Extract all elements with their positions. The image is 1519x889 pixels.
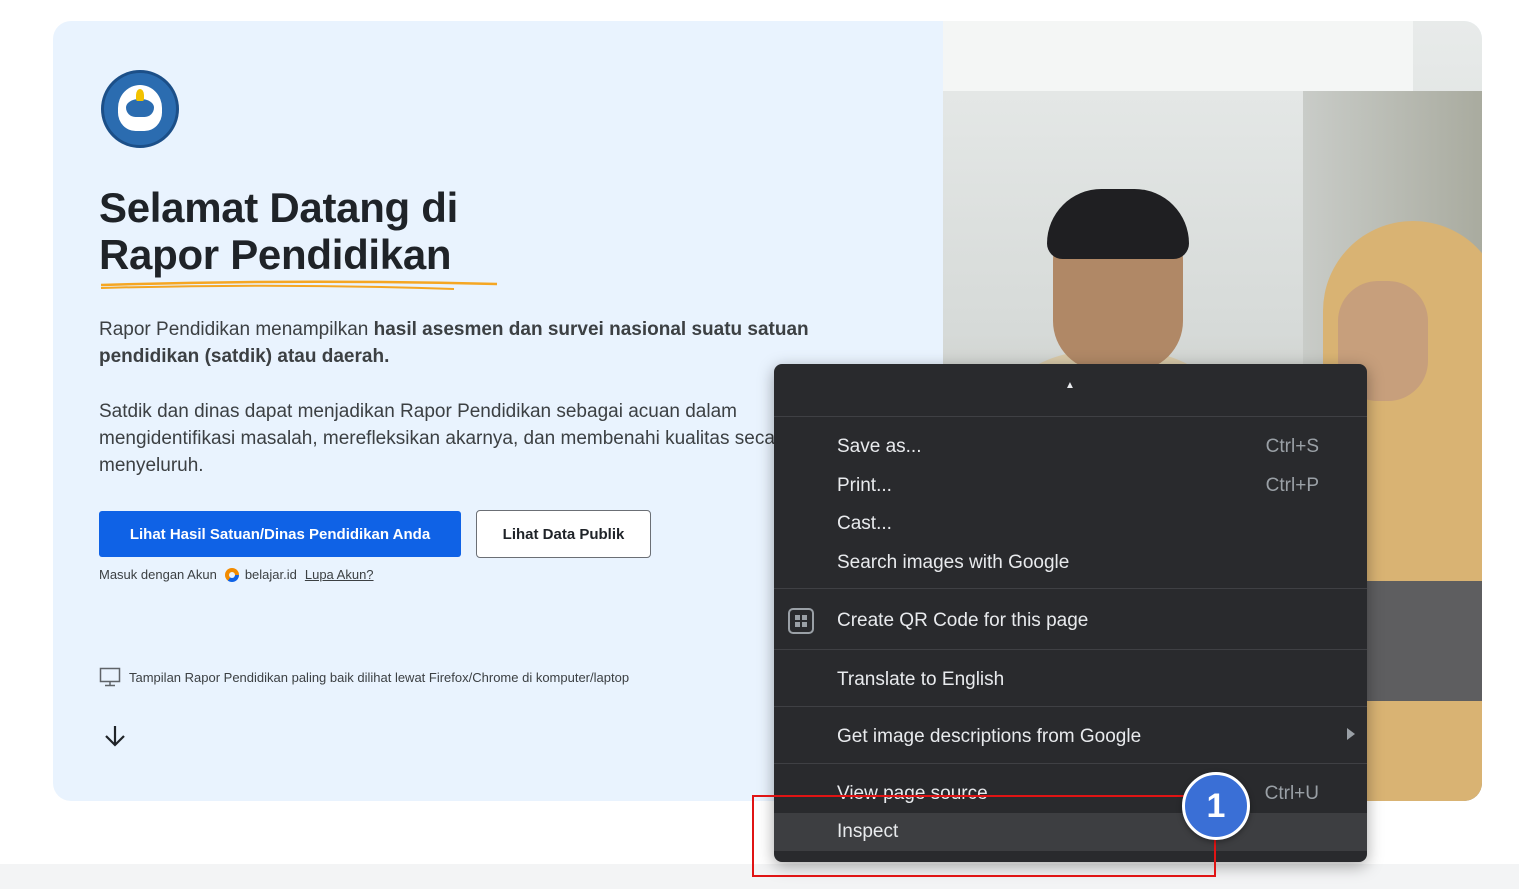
intro-paragraph: Rapor Pendidikan menampilkan hasil asesm…: [99, 319, 809, 367]
menu-item-save-as[interactable]: Save as... Ctrl+S: [774, 428, 1367, 466]
menu-separator: [774, 416, 1367, 417]
menu-separator: [774, 763, 1367, 764]
submenu-arrow-icon: [1347, 728, 1355, 740]
monitor-icon: [99, 667, 121, 687]
login-hint: Masuk dengan Akun belajar.id Lupa Akun?: [99, 567, 374, 582]
shortcut-label: Ctrl+S: [1265, 436, 1319, 457]
page-title: Selamat Datang di Rapor Pendidikan: [99, 184, 458, 278]
forgot-account-link[interactable]: Lupa Akun?: [305, 567, 374, 582]
annotation-highlight-box: [752, 795, 1216, 877]
menu-item-print[interactable]: Print... Ctrl+P: [774, 467, 1367, 505]
view-results-button[interactable]: Lihat Hasil Satuan/Dinas Pendidikan Anda: [99, 511, 461, 557]
browser-tip: Tampilan Rapor Pendidikan paling baik di…: [99, 667, 629, 687]
shortcut-label: Ctrl+U: [1264, 783, 1319, 804]
menu-scroll-up[interactable]: ▲: [774, 364, 1367, 416]
step-number-badge: 1: [1182, 772, 1250, 840]
kemendikbud-logo: [101, 70, 179, 148]
scroll-down-arrow-icon[interactable]: [103, 723, 127, 749]
title-line-1: Selamat Datang di: [99, 184, 458, 231]
menu-item-search-images[interactable]: Search images with Google: [774, 544, 1367, 582]
menu-separator: [774, 706, 1367, 707]
shortcut-label: Ctrl+P: [1265, 475, 1319, 496]
menu-item-create-qr[interactable]: Create QR Code for this page: [774, 602, 1367, 640]
menu-separator: [774, 588, 1367, 589]
menu-item-image-descriptions[interactable]: Get image descriptions from Google: [774, 718, 1367, 756]
title-underline-decoration: [100, 280, 498, 290]
view-public-data-button[interactable]: Lihat Data Publik: [476, 510, 651, 558]
caret-up-icon: ▲: [1065, 380, 1075, 391]
description-paragraph: Satdik dan dinas dapat menjadikan Rapor …: [99, 401, 792, 476]
belajar-id-icon: [224, 567, 239, 582]
menu-separator: [774, 649, 1367, 650]
title-line-2: Rapor Pendidikan: [99, 231, 452, 278]
qr-code-icon: [788, 608, 814, 634]
menu-item-translate[interactable]: Translate to English: [774, 661, 1367, 699]
context-menu: ▲ Save as... Ctrl+S Print... Ctrl+P Cast…: [774, 364, 1367, 862]
menu-item-cast[interactable]: Cast...: [774, 505, 1367, 543]
